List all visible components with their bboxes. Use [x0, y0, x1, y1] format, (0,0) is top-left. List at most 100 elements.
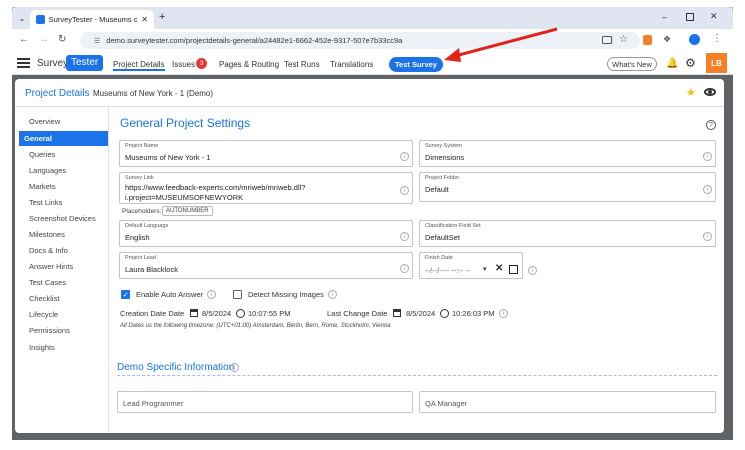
sidebar-item-markets[interactable]: Markets	[19, 179, 108, 194]
info-icon: i	[328, 290, 337, 299]
new-tab-icon[interactable]: +	[159, 11, 165, 23]
detect-missing-images-checkbox[interactable]	[233, 290, 242, 299]
profile-icon[interactable]	[689, 34, 700, 45]
brand-survey: Survey	[37, 58, 69, 69]
notifications-bell-icon[interactable]: 🔔	[666, 58, 678, 69]
classification-field-set-label: Classification Field Set	[425, 223, 481, 229]
favorite-star-icon[interactable]: ★	[686, 86, 696, 99]
sidebar-item-languages[interactable]: Languages	[19, 163, 108, 178]
whats-new-button[interactable]: What's New	[607, 57, 657, 71]
default-language-field[interactable]: Default Language English i	[119, 220, 413, 247]
calendar-icon	[190, 309, 198, 317]
sidebar-item-answer-hints[interactable]: Answer Hints	[19, 259, 108, 274]
survey-link-field[interactable]: Survey Link https://www.feedback-experts…	[119, 172, 413, 204]
nav-translations[interactable]: Translations	[330, 60, 373, 69]
nav-issues[interactable]: Issues	[172, 60, 195, 69]
enable-auto-answer-checkbox[interactable]: ✓	[121, 290, 130, 299]
sidebar-item-general[interactable]: General	[19, 131, 108, 146]
info-icon: i	[400, 186, 409, 195]
info-icon: i	[207, 290, 216, 299]
finish-date-dropdown-icon[interactable]: ▾	[483, 265, 487, 273]
nav-project-details[interactable]: Project Details	[113, 60, 165, 71]
project-folder-value: Default	[425, 185, 449, 194]
timezone-note: All Dates us the following timezone: (UT…	[120, 323, 391, 329]
project-lead-label: Project Lead	[125, 255, 156, 261]
tab-list-button[interactable]: ⌄	[16, 12, 28, 24]
close-window-icon[interactable]: ✕	[710, 11, 718, 22]
extensions-puzzle-icon[interactable]: ❖	[663, 34, 671, 45]
forward-icon[interactable]: →	[39, 34, 49, 45]
issues-count-badge: 3	[196, 58, 207, 69]
sidebar-item-queries[interactable]: Queries	[19, 147, 108, 162]
sidebar-item-milestones[interactable]: Milestones	[19, 227, 108, 242]
sidebar-item-screenshot-devices[interactable]: Screenshot Devices	[19, 211, 108, 226]
site-info-icon[interactable]: ☰	[94, 37, 100, 45]
info-icon: i	[703, 232, 712, 241]
test-survey-button[interactable]: Test Survey	[389, 57, 443, 72]
browser-menu-icon[interactable]: ⋮	[712, 33, 722, 44]
qa-manager-field[interactable]: QA Manager	[419, 391, 716, 413]
hamburger-menu-icon[interactable]	[17, 58, 30, 68]
sidebar-item-lifecycle[interactable]: Lifecycle	[19, 307, 108, 322]
enable-auto-answer-label: Enable Auto Answer	[136, 290, 204, 299]
survey-link-line-2: i.project=MUSEUMSOFNEWYORK	[125, 193, 244, 202]
help-icon[interactable]: ?	[706, 120, 716, 130]
calendar-icon	[393, 309, 401, 317]
panel-header-divider	[15, 106, 724, 107]
classification-field-set-field[interactable]: Classification Field Set DefaultSet i	[419, 220, 716, 247]
default-language-label: Default Language	[125, 223, 169, 229]
sidebar-item-checklist[interactable]: Checklist	[19, 291, 108, 306]
extension-icon[interactable]	[643, 35, 652, 45]
creation-date-value: 8/5/2024	[202, 309, 232, 318]
nav-pages-routing[interactable]: Pages & Routing	[219, 60, 279, 69]
close-tab-icon[interactable]: ✕	[141, 15, 148, 24]
project-name-field[interactable]: Project Name Museums of New York - 1 i	[119, 140, 413, 167]
finish-date-field[interactable]: Finish Date --/--/---- --:-- -- ▾ ✕	[419, 252, 523, 279]
info-icon: i	[400, 152, 409, 161]
placeholder-tag-autonumber[interactable]: AUTONUMBER	[162, 206, 213, 216]
survey-system-field[interactable]: Survey System Dimensions i	[419, 140, 716, 167]
calendar-icon[interactable]	[509, 265, 518, 274]
last-change-date-value: 8/5/2024	[406, 309, 436, 318]
reload-icon[interactable]: ↻	[58, 34, 66, 45]
project-folder-field[interactable]: Project Folder Default i	[419, 172, 716, 202]
survey-system-label: Survey System	[425, 143, 462, 149]
finish-date-value: --/--/---- --:-- --	[425, 266, 471, 275]
maximize-icon[interactable]	[686, 13, 694, 21]
project-lead-field[interactable]: Project Lead Laura Blacklock i	[119, 252, 413, 279]
survey-system-value: Dimensions	[425, 153, 465, 162]
sidebar-item-overview[interactable]: Overview	[19, 114, 108, 129]
lead-programmer-field[interactable]: Lead Programmer	[117, 391, 413, 413]
placeholders-label: Placeholders:	[122, 208, 162, 215]
info-icon: i	[230, 363, 239, 372]
visibility-eye-icon[interactable]	[704, 88, 716, 96]
info-icon: i	[528, 266, 537, 275]
project-folder-label: Project Folder	[425, 175, 460, 181]
nav-test-runs[interactable]: Test Runs	[284, 60, 320, 69]
demo-section-title: Demo Specific Information	[117, 362, 235, 373]
project-name-label: Project Name	[125, 143, 159, 149]
clear-date-icon[interactable]: ✕	[495, 263, 503, 274]
minimize-icon[interactable]: –	[662, 12, 667, 22]
sidebar-item-insights[interactable]: Insights	[19, 340, 108, 355]
red-arrow-annotation	[444, 27, 558, 62]
surveytester-favicon-icon	[36, 15, 45, 24]
section-title: General Project Settings	[120, 116, 251, 130]
creation-time-value: 10:07:55 PM	[248, 309, 291, 318]
panel-title: Project Details	[25, 88, 90, 99]
settings-gear-icon[interactable]: ⚙	[685, 56, 696, 70]
creation-date-label: Creation Date Date	[120, 309, 185, 318]
sidebar-item-test-links[interactable]: Test Links	[19, 195, 108, 210]
back-icon[interactable]: ←	[19, 34, 29, 45]
install-app-icon[interactable]	[602, 36, 612, 44]
sidebar-item-docs-info[interactable]: Docs & Info	[19, 243, 108, 258]
info-icon: i	[400, 232, 409, 241]
sidebar-item-permissions[interactable]: Permissions	[19, 323, 108, 338]
sidebar-item-test-cases[interactable]: Test Cases	[19, 275, 108, 290]
user-avatar[interactable]: LB	[706, 53, 727, 73]
lead-programmer-placeholder: Lead Programmer	[123, 399, 184, 408]
bookmark-star-icon[interactable]: ☆	[619, 34, 628, 45]
browser-tab[interactable]: SurveyTester - Museums of Ne... ✕	[30, 10, 154, 29]
clock-icon	[236, 309, 245, 318]
sidebar-divider	[108, 107, 109, 433]
